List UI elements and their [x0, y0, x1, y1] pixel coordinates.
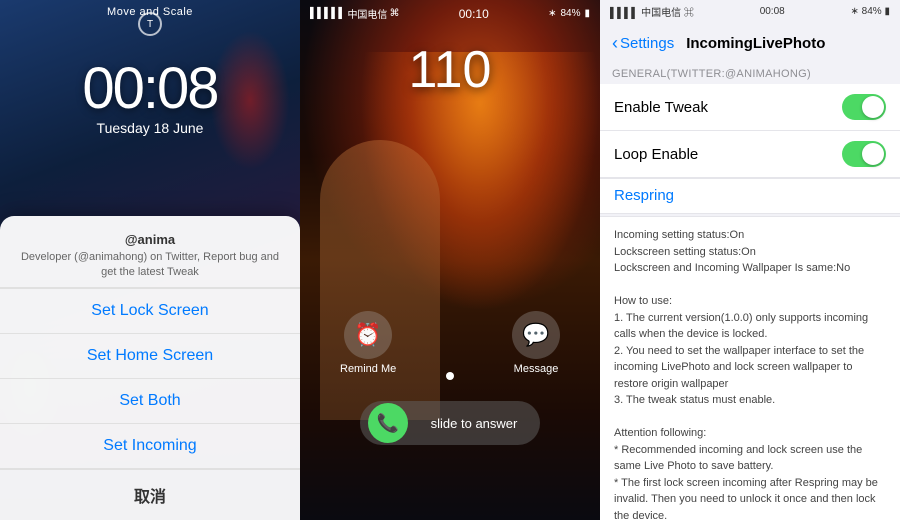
panel3-back-label: Settings: [620, 35, 674, 52]
panel3-section-general: GENERAL(TWITTER:@ANIMAHONG): [600, 60, 900, 84]
set-home-screen-button[interactable]: Set Home Screen: [0, 333, 300, 378]
action-sheet: @anima Developer (@animahong) on Twitter…: [0, 216, 300, 520]
panel2-carrier: 中国电信: [347, 6, 387, 21]
panel2-slide-label: slide to answer: [416, 416, 532, 431]
cancel-button[interactable]: 取消: [0, 468, 300, 520]
panel3-carrier-signal: ▌▌▌▌ 中国电信 ⌘: [610, 4, 694, 19]
panel3-loop-enable-row: Loop Enable: [600, 131, 900, 178]
panel2-battery-icon: ▮: [584, 8, 590, 19]
panel2-status-bar: ▌▌▌▌▌ 中国电信 ⌘ 00:10 ∗ 84% ▮: [300, 6, 600, 21]
panel1-lockscreen: Move and Scale T 00:08 Tuesday 18 June @…: [0, 0, 300, 520]
panel2-remind-me-button[interactable]: ⏰ Remind Me: [340, 311, 396, 375]
action-sheet-title: @anima: [12, 232, 288, 247]
panel2-incoming-call: ▌▌▌▌▌ 中国电信 ⌘ 00:10 ∗ 84% ▮ 110 ⏰ Remind …: [300, 0, 600, 520]
panel3-info-block: Incoming setting status:On Lockscreen se…: [600, 216, 900, 520]
set-lock-screen-button[interactable]: Set Lock Screen: [0, 288, 300, 333]
panel2-message-button[interactable]: 💬 Message: [512, 311, 560, 375]
panel2-signal-bars: ▌▌▌▌▌: [310, 8, 345, 19]
panel2-carrier-signal: ▌▌▌▌▌ 中国电信 ⌘: [310, 6, 399, 21]
panel3-enable-tweak-row: Enable Tweak: [600, 84, 900, 131]
panel2-remind-icon: ⏰: [344, 311, 392, 359]
panel3-battery-pct: 84%: [862, 6, 882, 17]
set-both-button[interactable]: Set Both: [0, 378, 300, 423]
panel3-time: 00:08: [760, 6, 785, 17]
panel3-respring-button[interactable]: Respring: [614, 187, 674, 204]
panel3-carrier: 中国电信: [641, 8, 681, 19]
panel3-signal-bars: ▌▌▌▌: [610, 8, 638, 19]
panel3-nav-bar: ‹ Settings IncomingLivePhoto: [600, 23, 900, 60]
action-sheet-header: @anima Developer (@animahong) on Twitter…: [0, 216, 300, 288]
panel2-phone-icon: 📞: [368, 403, 408, 443]
panel2-message-icon: 💬: [512, 311, 560, 359]
panel3-wifi-icon: ⌘: [684, 8, 694, 19]
panel3-page-title: IncomingLivePhoto: [686, 35, 825, 52]
panel3-enable-tweak-label: Enable Tweak: [614, 99, 708, 116]
panel2-caller-number: 110: [300, 40, 600, 100]
panel2-bluetooth-icon: ∗: [548, 8, 556, 19]
panel2-battery-pct: 84%: [560, 8, 580, 19]
panel3-right-icons: ∗ 84% ▮: [851, 6, 890, 17]
panel2-person-silhouette: [320, 140, 440, 420]
panel1-time: 00:08: [0, 55, 300, 122]
panel3-loop-enable-toggle[interactable]: [842, 141, 886, 167]
set-incoming-button[interactable]: Set Incoming: [0, 423, 300, 468]
panel1-date: Tuesday 18 June: [0, 120, 300, 136]
panel3-info-text: Incoming setting status:On Lockscreen se…: [614, 227, 886, 520]
panel2-right-icons: ∗ 84% ▮: [548, 8, 590, 19]
panel3-chevron-left-icon: ‹: [612, 33, 618, 54]
panel3-settings: ▌▌▌▌ 中国电信 ⌘ 00:08 ∗ 84% ▮ ‹ Settings Inc…: [600, 0, 900, 520]
panel2-message-label: Message: [514, 363, 559, 375]
panel2-time: 00:10: [459, 7, 489, 21]
panel3-bluetooth-icon: ∗: [851, 6, 862, 17]
panel2-remind-label: Remind Me: [340, 363, 396, 375]
panel3-status-bar: ▌▌▌▌ 中国电信 ⌘ 00:08 ∗ 84% ▮: [600, 0, 900, 23]
panel3-enable-tweak-toggle[interactable]: [842, 94, 886, 120]
panel1-coin-icon: T: [138, 12, 162, 36]
panel2-dot-indicator: [446, 372, 454, 380]
panel2-answer-area[interactable]: 📞 slide to answer: [300, 401, 600, 445]
panel3-respring-row[interactable]: Respring: [600, 178, 900, 214]
panel2-wifi-icon: ⌘: [389, 8, 399, 19]
panel3-loop-enable-label: Loop Enable: [614, 146, 698, 163]
panel3-battery-icon: ▮: [884, 6, 890, 17]
action-sheet-subtitle: Developer (@animahong) on Twitter, Repor…: [12, 250, 288, 279]
panel2-slide-to-answer[interactable]: 📞 slide to answer: [360, 401, 540, 445]
panel3-back-button[interactable]: ‹ Settings: [612, 33, 674, 54]
